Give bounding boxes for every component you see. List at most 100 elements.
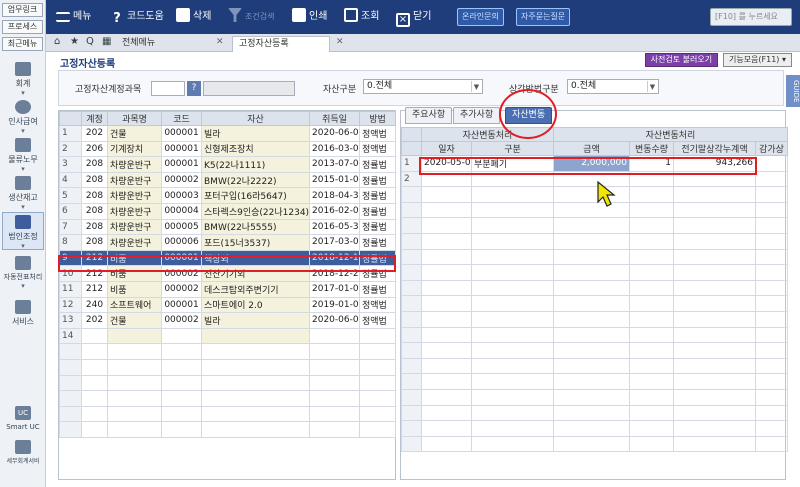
table-cell[interactable]: 정률법 xyxy=(359,280,396,298)
print-button[interactable]: 인쇄 xyxy=(292,6,327,28)
table-cell[interactable]: 000002 xyxy=(161,312,202,329)
table-cell[interactable]: 3 xyxy=(59,156,82,173)
table-cell[interactable]: 2 xyxy=(59,140,82,158)
table-cell[interactable]: 정액법 xyxy=(359,140,396,158)
table-cell[interactable]: 빌라 xyxy=(201,125,310,142)
nav-logistics[interactable]: 물류노무 ▾ xyxy=(2,138,44,173)
table-cell[interactable]: 202 xyxy=(81,125,108,142)
table-cell[interactable]: 000002 xyxy=(161,280,202,298)
table-cell[interactable]: 000001 xyxy=(161,156,202,173)
table-cell[interactable]: 기계장치 xyxy=(107,140,162,158)
nav-payroll[interactable]: 인사급여 ▾ xyxy=(2,100,44,135)
table-cell[interactable]: 차량운반구 xyxy=(107,234,162,251)
table-cell[interactable]: 포터구입(16라5647) xyxy=(201,187,310,204)
table-cell[interactable]: 스타렉스9인승(22나1234) xyxy=(201,202,310,220)
table-cell[interactable]: 000002 xyxy=(161,171,202,189)
table-cell[interactable]: 2017-01-03 xyxy=(309,280,360,298)
table-cell[interactable]: 정률법 xyxy=(359,218,396,236)
table-cell[interactable]: 208 xyxy=(81,187,108,204)
table-cell[interactable]: 건물 xyxy=(107,312,162,329)
table-row[interactable]: 4 208 차량운반구 000002 BMW(22나2222) 2015-01-02 정률법 xyxy=(59,171,396,189)
home-icon[interactable]: ⌂ xyxy=(54,36,60,47)
table-cell[interactable]: 4 xyxy=(59,171,82,189)
table-cell[interactable]: 2015-01-02 xyxy=(309,171,360,189)
table-cell[interactable]: 6 xyxy=(59,202,82,220)
star-icon[interactable]: ★ xyxy=(70,36,79,47)
code-help-button[interactable]: ? 코드도움 xyxy=(110,6,164,28)
table-cell[interactable]: 건물 xyxy=(107,125,162,142)
table-cell[interactable]: 000005 xyxy=(161,218,202,236)
table-cell[interactable]: 차량운반구 xyxy=(107,218,162,236)
tab-additional-items[interactable]: 추가사항 xyxy=(453,107,501,124)
functions-button[interactable]: 기능모음(F11) ▾ xyxy=(722,53,792,67)
table-cell[interactable] xyxy=(359,327,396,345)
table-cell[interactable]: 13 xyxy=(59,312,82,329)
search-button[interactable]: 조회 xyxy=(344,6,379,28)
table-cell[interactable]: 스마트에이 2.0 xyxy=(201,296,310,314)
account-name-input[interactable] xyxy=(203,81,295,96)
table-cell[interactable]: 2020-06-01 xyxy=(309,125,360,142)
tab-fixed-asset[interactable]: 고정자산등록 xyxy=(232,36,330,52)
table-cell[interactable]: 2016-02-01 xyxy=(309,202,360,220)
menu-search-input[interactable]: [F10] 를 누르세요 xyxy=(710,8,792,26)
table-cell[interactable]: 포드(15너3537) xyxy=(201,234,310,251)
table-cell[interactable]: BMW(22나5555) xyxy=(201,218,310,236)
table-cell[interactable]: 소프트웨어 xyxy=(107,296,162,314)
table-cell[interactable] xyxy=(755,155,788,172)
table-row[interactable]: 3 208 차량운반구 000001 K5(22나1111) 2013-07-01 정률법 xyxy=(59,156,396,173)
recent-menu-button[interactable]: 최근메뉴 xyxy=(2,37,43,51)
nav-auto-voucher[interactable]: 자동전표처리 ▾ xyxy=(2,256,44,290)
account-help-button[interactable]: ? xyxy=(187,81,201,96)
table-cell[interactable]: 차량운반구 xyxy=(107,171,162,189)
table-cell[interactable]: 차량운반구 xyxy=(107,187,162,204)
table-cell[interactable]: 11 xyxy=(59,280,82,298)
table-cell[interactable]: 2019-01-01 xyxy=(309,296,360,314)
table-cell[interactable]: 2013-07-01 xyxy=(309,156,360,173)
table-cell[interactable]: 12 xyxy=(59,296,82,314)
table-cell[interactable] xyxy=(309,327,360,345)
table-cell[interactable] xyxy=(201,327,310,345)
table-row[interactable]: 11 212 비품 000002 데스크탑외주변기기 2017-01-03 정률법 xyxy=(59,280,396,298)
table-cell[interactable]: 정률법 xyxy=(359,234,396,251)
table-cell[interactable]: 000001 xyxy=(161,296,202,314)
table-row[interactable]: 7 208 차량운반구 000005 BMW(22나5555) 2016-05-31 정률법 xyxy=(59,218,396,236)
nav-accounting[interactable]: 회계 ▾ xyxy=(2,62,44,97)
table-cell[interactable]: 208 xyxy=(81,218,108,236)
table-cell[interactable]: 빌라 xyxy=(201,312,310,329)
process-button[interactable]: 프로세스 xyxy=(2,20,43,34)
table-cell[interactable]: 202 xyxy=(81,312,108,329)
table-cell[interactable]: 1 xyxy=(59,125,82,142)
table-cell[interactable]: 7 xyxy=(59,218,82,236)
table-cell[interactable]: 정률법 xyxy=(359,187,396,204)
quick-link-button[interactable]: 업무링크 xyxy=(2,3,43,17)
table-cell[interactable]: K5(22나1111) xyxy=(201,156,310,173)
table-row[interactable]: 2 206 기계장치 000001 신형제조장치 2016-03-02 정액법 xyxy=(59,140,396,158)
table-cell[interactable]: 신형제조장치 xyxy=(201,140,310,158)
table-cell[interactable]: 2017-03-07 xyxy=(309,234,360,251)
delete-button[interactable]: 삭제 xyxy=(176,6,211,28)
close-tab-icon[interactable]: ✕ xyxy=(336,37,344,47)
close-tab-icon[interactable]: ✕ xyxy=(216,37,224,47)
calendar-icon[interactable]: ▦ xyxy=(102,36,111,47)
guide-tab[interactable]: GUIDE xyxy=(786,75,800,107)
prereview-button[interactable]: 사전검토 불러오기 xyxy=(644,53,719,67)
depr-method-select[interactable]: 0.전체 ▼ xyxy=(567,79,659,94)
condition-search-button[interactable]: 조건검색 xyxy=(228,6,274,28)
table-cell[interactable]: 208 xyxy=(81,171,108,189)
table-row[interactable]: 1 202 건물 000001 빌라 2020-06-01 정액법 xyxy=(59,125,396,142)
table-cell[interactable] xyxy=(161,327,202,345)
table-cell[interactable]: 정률법 xyxy=(359,171,396,189)
search-icon[interactable]: Q xyxy=(86,36,94,47)
table-cell[interactable]: 정률법 xyxy=(359,202,396,220)
menu-button[interactable]: 메뉴 xyxy=(56,6,91,28)
table-cell[interactable]: 240 xyxy=(81,296,108,314)
table-cell[interactable]: 데스크탑외주변기기 xyxy=(201,280,310,298)
asset-type-select[interactable]: 0.전체 ▼ xyxy=(363,79,483,94)
table-cell[interactable]: 5 xyxy=(59,187,82,204)
table-cell[interactable]: 206 xyxy=(81,140,108,158)
table-row[interactable]: 13 202 건물 000002 빌라 2020-06-01 정액법 xyxy=(59,312,396,329)
nav-corporate[interactable]: 법인조정 ▾ xyxy=(2,212,44,250)
table-cell[interactable]: 2020-06-01 xyxy=(309,312,360,329)
table-cell[interactable]: 208 xyxy=(81,234,108,251)
table-cell[interactable]: 비품 xyxy=(107,280,162,298)
